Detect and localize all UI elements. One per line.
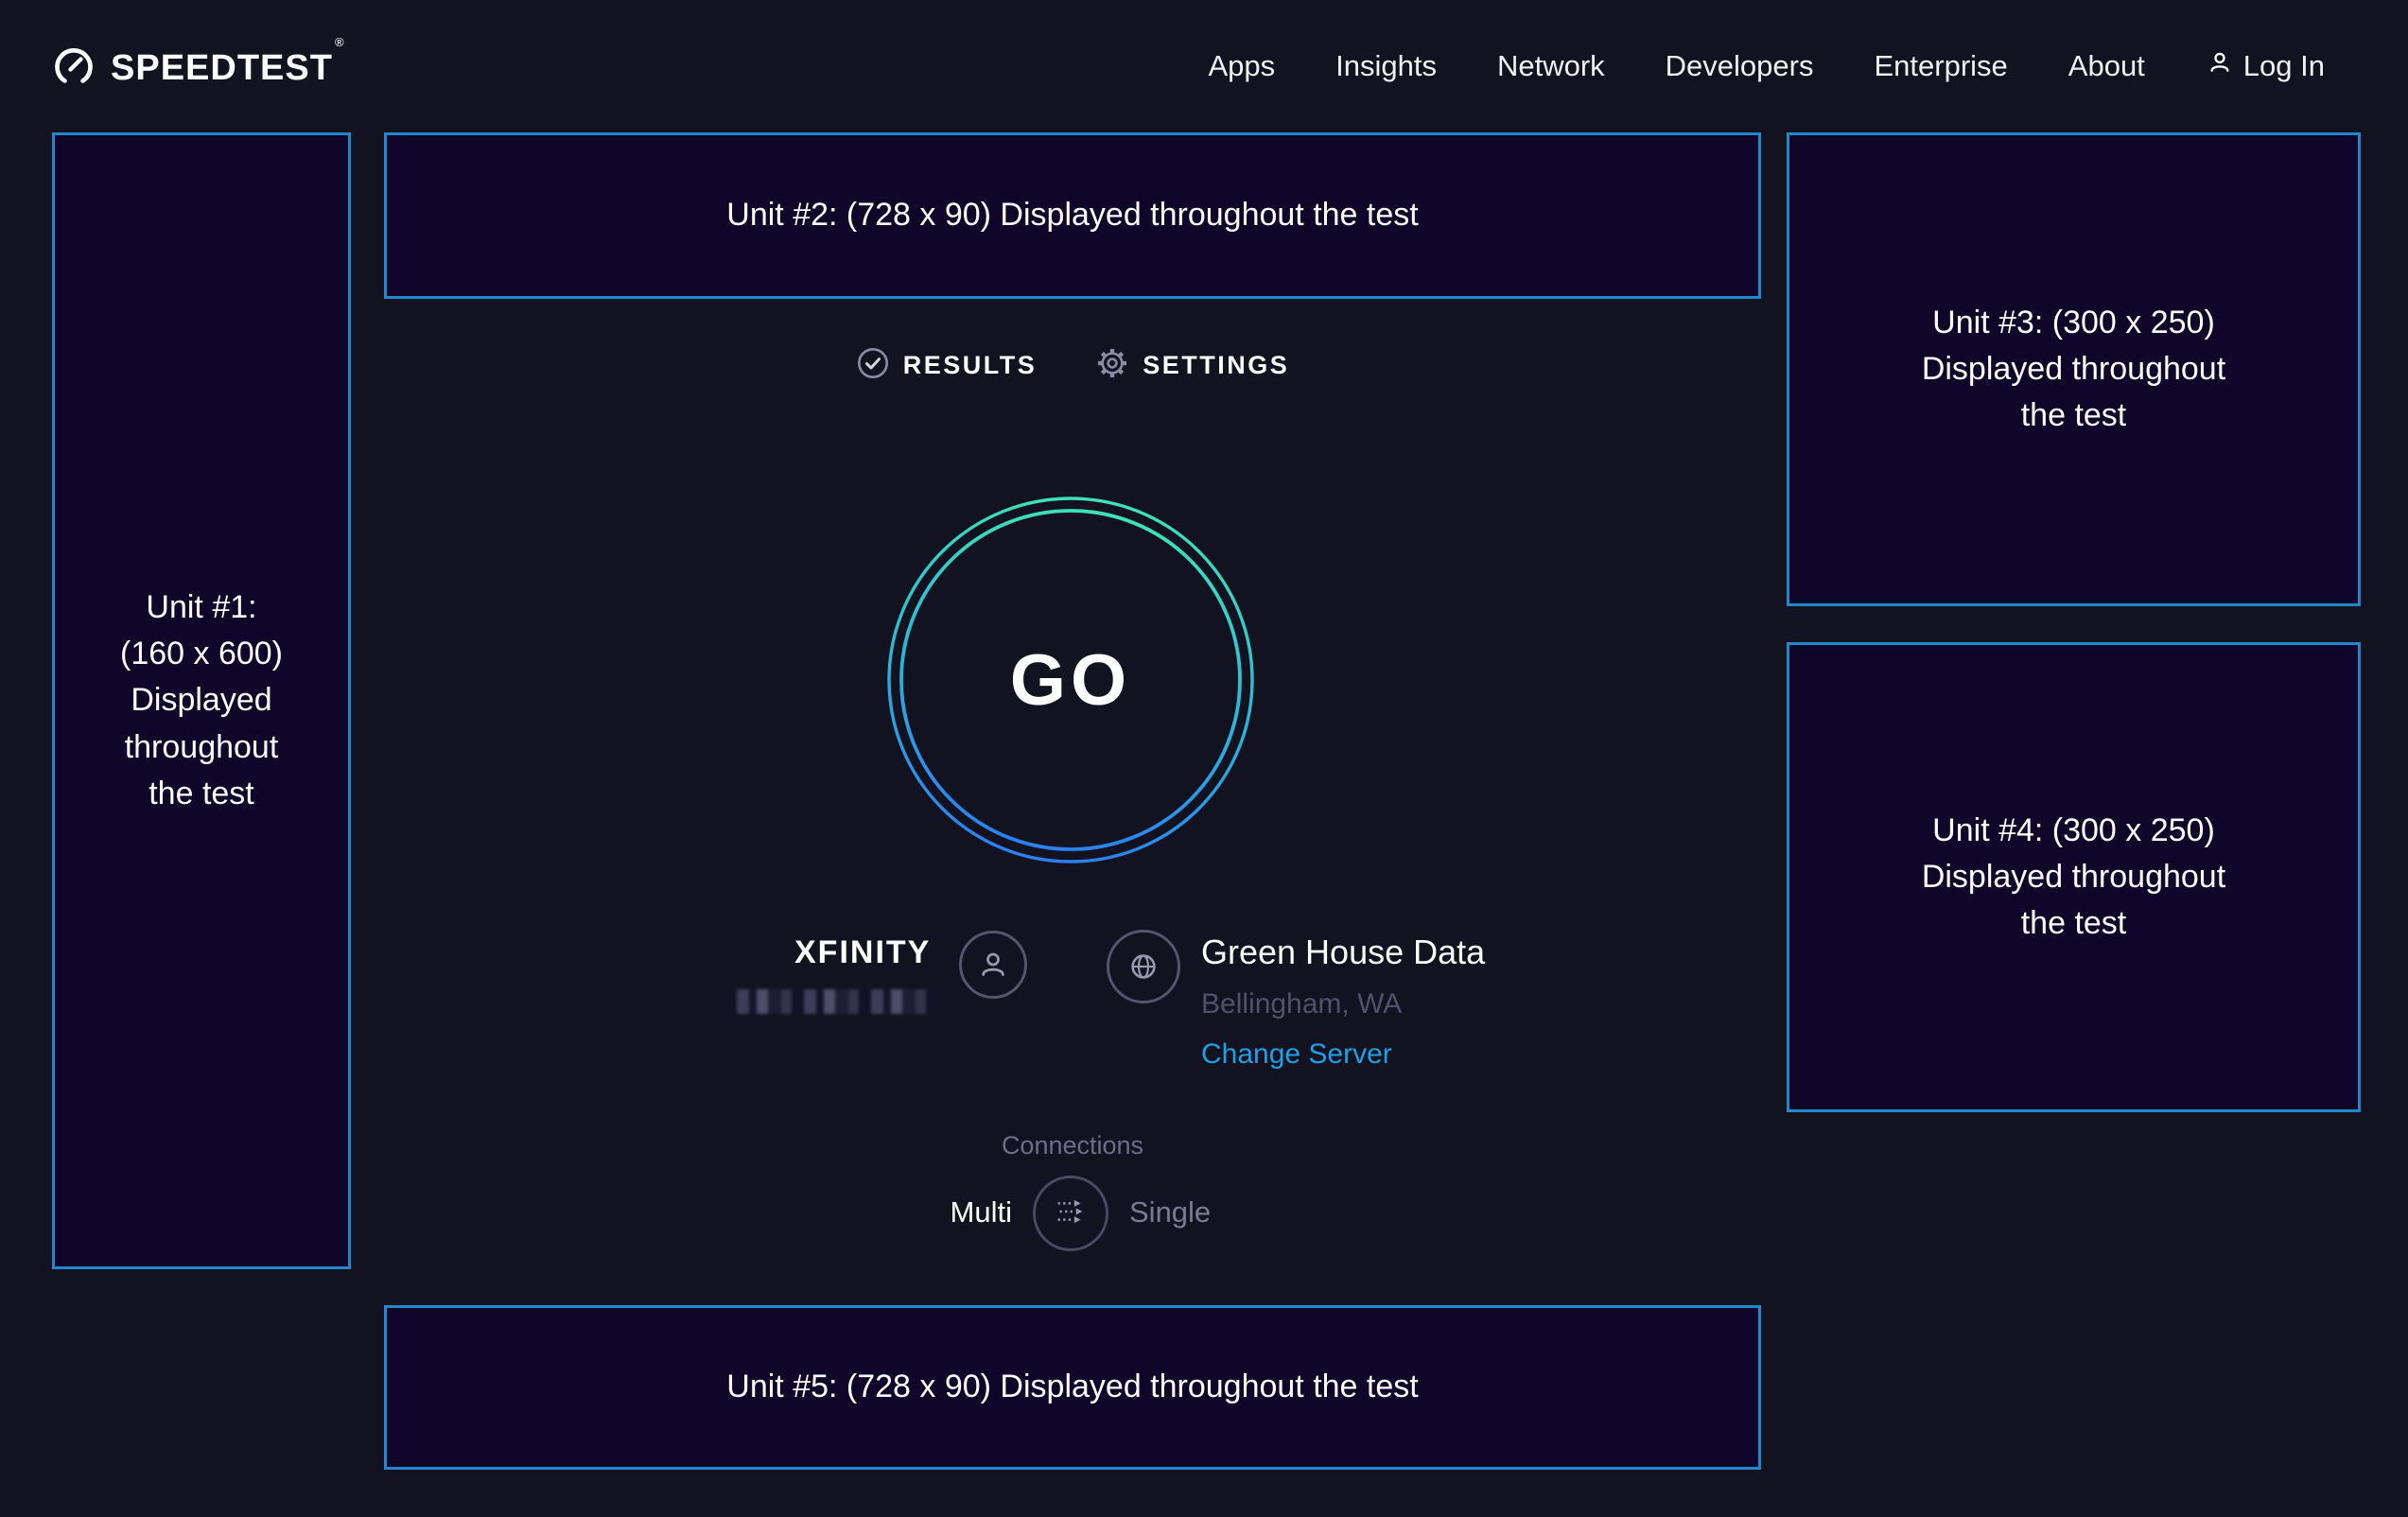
ip-address-redacted [737,989,934,1014]
connection-mode-toggle[interactable] [1033,1176,1108,1251]
go-button[interactable]: GO [885,495,1256,865]
check-circle-icon [856,346,890,385]
nav-item-insights[interactable]: Insights [1335,49,1437,83]
tab-results[interactable]: RESULTS [856,346,1038,385]
server-name: Green House Data [1201,933,1485,972]
ad-unit-3-rectangle: Unit #3: (300 x 250) Displayed throughou… [1787,132,2361,606]
login-label: Log In [2243,49,2325,83]
server-globe-icon [1107,930,1180,1003]
tab-settings-label: SETTINGS [1143,351,1289,380]
ad-unit-1-skyscraper: Unit #1: (160 x 600) Displayed throughou… [52,132,351,1269]
tabs-row: RESULTS [384,346,1761,385]
gear-icon [1095,346,1129,385]
nav-item-enterprise[interactable]: Enterprise [1874,49,2007,83]
ad-unit-5-leaderboard: Unit #5: (728 x 90) Displayed throughout… [384,1305,1761,1470]
brand-name: SPEEDTEST® [111,48,343,89]
multi-arrows-icon [1049,1190,1092,1238]
ad-unit-text: Unit #4: (300 x 250) Displayed throughou… [1922,808,2225,948]
top-navbar: SPEEDTEST® Apps Insights Network Develop… [0,0,2408,132]
nav-menu: Apps Insights Network Developers Enterpr… [1208,0,2325,132]
nav-item-about[interactable]: About [2068,49,2145,83]
server-info: Green House Data Bellingham, WA Change S… [1201,933,1485,1071]
user-icon [2206,48,2234,84]
ad-unit-2-leaderboard: Unit #2: (728 x 90) Displayed throughout… [384,132,1761,299]
ad-unit-text: Unit #3: (300 x 250) Displayed throughou… [1922,300,2225,440]
isp-user-icon [959,931,1027,999]
nav-item-developers[interactable]: Developers [1666,49,1814,83]
connections-label: Connections [384,1131,1761,1160]
login-button[interactable]: Log In [2206,48,2325,84]
connection-mode-multi[interactable]: Multi [951,1195,1012,1229]
change-server-link[interactable]: Change Server [1201,1038,1485,1071]
speedtest-page: SPEEDTEST® Apps Insights Network Develop… [0,0,2408,1517]
server-location: Bellingham, WA [1201,988,1485,1020]
trademark-mark: ® [335,35,345,49]
ad-unit-text: Unit #2: (728 x 90) Displayed throughout… [726,192,1418,238]
ad-unit-text: Unit #5: (728 x 90) Displayed throughout… [726,1364,1418,1410]
ad-unit-text: Unit #1: (160 x 600) Displayed throughou… [120,584,283,817]
connection-mode-single[interactable]: Single [1129,1195,1211,1229]
nav-item-network[interactable]: Network [1497,49,1605,83]
gauge-icon [52,44,96,93]
ad-unit-4-rectangle: Unit #4: (300 x 250) Displayed throughou… [1787,642,2361,1112]
tab-settings[interactable]: SETTINGS [1095,346,1289,385]
tab-results-label: RESULTS [903,351,1038,380]
isp-name: XFINITY [794,934,931,971]
nav-item-apps[interactable]: Apps [1208,49,1275,83]
speedtest-logo[interactable]: SPEEDTEST® [52,44,343,93]
go-button-label: GO [885,495,1256,865]
